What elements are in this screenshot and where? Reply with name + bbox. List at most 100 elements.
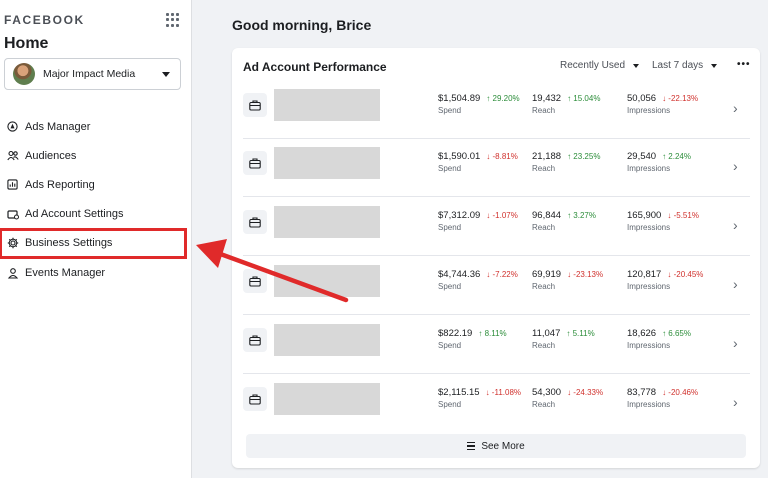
sidebar-item-events-manager[interactable]: Events Manager (0, 258, 192, 287)
change-value: -20.46% (668, 388, 699, 397)
change-value: 15.04% (573, 94, 601, 103)
trend-arrow-icon: ↓ (667, 211, 672, 220)
metric-label: Impressions (627, 164, 671, 173)
sidebar-item-ads-manager[interactable]: Ads Manager (0, 112, 192, 141)
metric-value: 120,817 (627, 269, 662, 280)
change-value: -24.33% (573, 388, 604, 397)
table-row[interactable]: $2,115.15 ↓ -11.08% Spend 54,300 ↓ -24.3… (243, 374, 750, 433)
metric-change: ↓ -23.13% (567, 270, 603, 279)
metric-change: ↓ -7.22% (486, 270, 518, 279)
trend-arrow-icon: ↓ (662, 94, 667, 103)
trend-arrow-icon: ↑ (567, 94, 572, 103)
metric-change: ↑ 6.65% (662, 329, 691, 338)
chevron-right-icon[interactable]: › (733, 217, 738, 233)
see-more-button[interactable]: See More (246, 434, 746, 458)
table-row[interactable]: $7,312.09 ↓ -1.07% Spend 96,844 ↑ 3.27% … (243, 197, 750, 256)
metric-value: 11,047 (532, 328, 561, 339)
sidebar-item-label: Ads Manager (25, 120, 91, 133)
change-value: 29.20% (492, 94, 520, 103)
ads-manager-icon (6, 120, 19, 133)
metric-label: Reach (532, 282, 556, 291)
briefcase-icon (243, 93, 267, 117)
metric-value: 19,432 (532, 93, 562, 104)
metric-label: Reach (532, 223, 556, 232)
chevron-right-icon[interactable]: › (733, 276, 738, 292)
sidebar-item-business-settings[interactable]: Business Settings (0, 227, 187, 259)
metric-label: Spend (438, 164, 462, 173)
chevron-right-icon[interactable]: › (733, 394, 738, 410)
metric-impressions: 83,778 ↓ -20.46% Impressions (627, 387, 698, 409)
facebook-logo[interactable]: FACEBOOK (4, 13, 85, 27)
ad-account-thumbnail (274, 89, 380, 121)
change-value: 23.25% (573, 152, 601, 161)
chevron-right-icon[interactable]: › (733, 335, 738, 351)
trend-arrow-icon: ↑ (662, 329, 667, 338)
metric-spend: $822.19 ↑ 8.11% Spend (438, 328, 507, 350)
metric-change: ↑ 5.11% (566, 329, 594, 338)
trend-arrow-icon: ↓ (667, 270, 672, 279)
sidebar-item-label: Business Settings (25, 237, 113, 250)
metric-label: Impressions (627, 400, 671, 409)
card-title: Ad Account Performance (243, 60, 387, 74)
change-value: 3.27% (573, 211, 596, 220)
account-selector[interactable]: Major Impact Media (4, 58, 181, 90)
table-row[interactable]: $822.19 ↑ 8.11% Spend 11,047 ↑ 5.11% Rea… (243, 315, 750, 374)
change-value: 8.11% (484, 329, 507, 338)
see-more-label: See More (481, 440, 525, 452)
chevron-right-icon[interactable]: › (733, 100, 738, 116)
trend-arrow-icon: ↓ (486, 152, 491, 161)
chevron-right-icon[interactable]: › (733, 158, 738, 174)
ad-account-thumbnail (274, 206, 380, 238)
more-options-button[interactable]: ••• (737, 59, 751, 70)
metric-change: ↓ -8.81% (486, 152, 518, 161)
metric-impressions: 18,626 ↑ 6.65% Impressions (627, 328, 691, 350)
metric-impressions: 165,900 ↓ -5.51% Impressions (627, 210, 699, 232)
metric-impressions: 120,817 ↓ -20.45% Impressions (627, 269, 703, 291)
metric-label: Spend (438, 282, 462, 291)
change-value: -11.08% (491, 388, 521, 397)
ad-account-thumbnail (274, 147, 380, 179)
metric-reach: 21,188 ↑ 23.25% Reach (532, 151, 600, 173)
caret-down-icon (633, 63, 640, 68)
trend-arrow-icon: ↓ (567, 270, 572, 279)
metric-reach: 96,844 ↑ 3.27% Reach (532, 210, 596, 232)
sidebar-item-audiences[interactable]: Audiences (0, 141, 192, 170)
app-grid-icon[interactable] (166, 13, 180, 27)
change-value: -7.22% (492, 270, 518, 279)
metric-change: ↓ -22.13% (662, 94, 698, 103)
table-row[interactable]: $1,504.89 ↑ 29.20% Spend 19,432 ↑ 15.04%… (243, 80, 750, 139)
metric-change: ↑ 8.11% (478, 329, 506, 338)
metric-value: $2,115.15 (438, 387, 480, 398)
metric-change: ↑ 23.25% (567, 152, 600, 161)
trend-arrow-icon: ↓ (567, 388, 572, 397)
table-row[interactable]: $4,744.36 ↓ -7.22% Spend 69,919 ↓ -23.13… (243, 256, 750, 315)
metric-value: 165,900 (627, 210, 662, 221)
metric-spend: $1,504.89 ↑ 29.20% Spend (438, 93, 520, 115)
ad-account-thumbnail (274, 324, 380, 356)
sidebar-item-ad-account-settings[interactable]: Ad Account Settings (0, 200, 192, 229)
sidebar-item-label: Audiences (25, 149, 77, 162)
briefcase-icon (243, 269, 267, 293)
metric-label: Reach (532, 106, 556, 115)
trend-arrow-icon: ↑ (662, 152, 667, 161)
metric-value: $7,312.09 (438, 210, 481, 221)
events-manager-icon (6, 266, 19, 279)
table-row[interactable]: $1,590.01 ↓ -8.81% Spend 21,188 ↑ 23.25%… (243, 138, 750, 197)
ads-reporting-icon (6, 178, 19, 191)
metric-change: ↑ 2.24% (662, 152, 691, 161)
sidebar-item-label: Events Manager (25, 266, 106, 279)
ad-account-thumbnail (274, 383, 380, 415)
sort-dropdown[interactable]: Recently Used (560, 60, 640, 71)
metric-spend: $7,312.09 ↓ -1.07% Spend (438, 210, 518, 232)
briefcase-icon (243, 328, 267, 352)
metric-change: ↓ -20.46% (662, 388, 698, 397)
trend-arrow-icon: ↓ (662, 388, 667, 397)
ad-account-settings-icon (6, 208, 19, 221)
sidebar-item-ads-reporting[interactable]: Ads Reporting (0, 170, 192, 199)
metric-label: Impressions (627, 282, 671, 291)
gear-icon (6, 237, 19, 250)
date-range-dropdown[interactable]: Last 7 days (652, 60, 718, 71)
sidebar-item-label: Ads Reporting (25, 178, 95, 191)
account-name: Major Impact Media (43, 68, 136, 80)
trend-arrow-icon: ↑ (486, 94, 491, 103)
